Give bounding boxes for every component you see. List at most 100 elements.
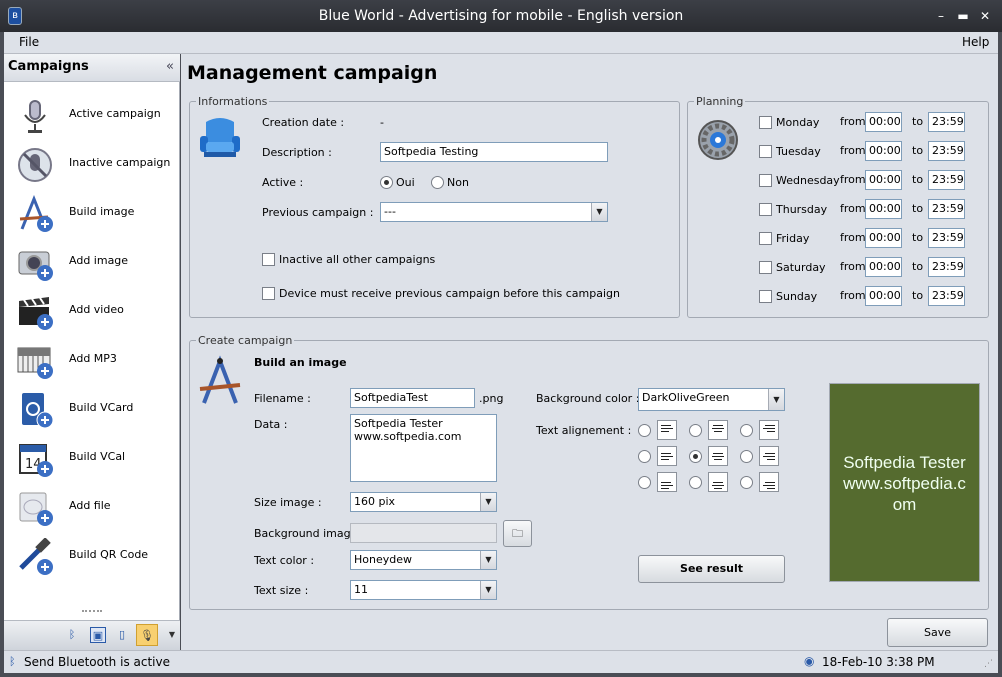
inactive-all-checkbox[interactable] (262, 253, 275, 266)
monday-checkbox[interactable] (759, 116, 772, 129)
thursday-from-input[interactable]: 00:00 (865, 199, 902, 219)
sidebar-item-build-qr-code[interactable]: Build QR Code (4, 531, 180, 580)
active-label: Active : (262, 176, 304, 189)
close-button[interactable]: ✕ (976, 8, 994, 24)
creation-date-label: Creation date : (262, 116, 345, 129)
saturday-checkbox[interactable] (759, 261, 772, 274)
chevron-down-icon[interactable]: ▼ (591, 203, 607, 221)
chevron-down-icon[interactable]: ▼ (768, 389, 784, 410)
active-non-radio[interactable] (431, 176, 444, 189)
align-middle-right-radio[interactable] (740, 450, 753, 463)
device-must-checkbox[interactable] (262, 287, 275, 300)
text-color-select[interactable]: Honeydew ▼ (350, 550, 497, 570)
size-image-select[interactable]: 160 pix ▼ (350, 492, 497, 512)
build-image-heading: Build an image (254, 356, 347, 369)
wednesday-to-input[interactable]: 23:59 (928, 170, 965, 190)
friday-to-input[interactable]: 23:59 (928, 228, 965, 248)
active-oui-radio[interactable] (380, 176, 393, 189)
text-color-label: Text color : (254, 554, 315, 567)
sidebar-item-build-vcal[interactable]: 14 Build VCal (4, 433, 180, 482)
resize-grip-icon[interactable]: ⋰ (984, 659, 993, 669)
saturday-from-input[interactable]: 00:00 (865, 257, 902, 277)
previous-campaign-select[interactable]: --- ▼ (380, 202, 608, 222)
data-textarea[interactable]: Softpedia Tester www.softpedia.com (350, 414, 497, 482)
page-title: Management campaign (187, 62, 438, 84)
thursday-to-input[interactable]: 23:59 (928, 199, 965, 219)
draw-tools-icon (199, 355, 241, 404)
title-bar: Blue World - Advertising for mobile - En… (0, 0, 1002, 32)
align-middle-left-radio[interactable] (638, 450, 651, 463)
tuesday-from-input[interactable]: 00:00 (865, 141, 902, 161)
campaigns-sidebar: Campaigns « Active campaign Inactive cam… (4, 54, 180, 650)
align-top-left-radio[interactable] (638, 424, 651, 437)
browse-folder-button[interactable]: 🗀 (503, 520, 532, 547)
align-bottom-left-radio[interactable] (638, 476, 651, 489)
filename-input[interactable]: SoftpediaTest (350, 388, 475, 408)
active-oui-label: Oui (396, 176, 415, 189)
align-bottom-center-radio[interactable] (689, 476, 702, 489)
sidebar-item-inactive-campaign[interactable]: Inactive campaign (4, 139, 180, 188)
sidebar-item-build-image[interactable]: Build image (4, 188, 180, 237)
chevron-down-icon[interactable]: ▼ (480, 551, 496, 569)
sidebar-item-build-vcard[interactable]: Build VCard (4, 384, 180, 433)
save-button[interactable]: Save (887, 618, 988, 647)
create-campaign-group: Create campaign Build an image Filename … (189, 334, 989, 610)
phone-icon[interactable]: ▯ (114, 627, 130, 643)
tuesday-to-input[interactable]: 23:59 (928, 141, 965, 161)
monday-from-input[interactable]: 00:00 (865, 112, 902, 132)
see-result-button[interactable]: See result (638, 555, 785, 583)
friday-checkbox[interactable] (759, 232, 772, 245)
filename-label: Filename : (254, 392, 311, 405)
sidebar-item-add-video[interactable]: Add video (4, 286, 180, 335)
align-top-right-radio[interactable] (740, 424, 753, 437)
background-color-select[interactable]: DarkOliveGreen ▼ (638, 388, 785, 411)
menu-help[interactable]: Help (962, 35, 989, 49)
sidebar-item-label: Inactive campaign (69, 156, 171, 169)
sunday-checkbox[interactable] (759, 290, 772, 303)
chevron-down-icon[interactable]: ▼ (480, 581, 496, 599)
to-label: to (912, 202, 924, 215)
group-legend: Informations (196, 95, 270, 108)
description-input[interactable]: Softpedia Testing (380, 142, 608, 162)
informations-group: Informations Creation date : - Descripti… (189, 95, 680, 318)
menu-file[interactable]: File (19, 35, 39, 49)
sunday-from-input[interactable]: 00:00 (865, 286, 902, 306)
microphone-muted-icon (18, 148, 52, 182)
text-size-select[interactable]: 11 ▼ (350, 580, 497, 600)
thursday-checkbox[interactable] (759, 203, 772, 216)
align-middle-left-icon (657, 446, 677, 466)
background-image-input[interactable] (350, 523, 497, 543)
background-image-label: Background image : (254, 527, 365, 540)
saturday-to-input[interactable]: 23:59 (928, 257, 965, 277)
tuesday-checkbox[interactable] (759, 145, 772, 158)
sidebar-header: Campaigns « (4, 54, 180, 82)
sunday-to-input[interactable]: 23:59 (928, 286, 965, 306)
align-middle-center-radio[interactable] (689, 450, 702, 463)
collapse-icon[interactable]: « (166, 59, 174, 74)
piano-add-icon (17, 347, 53, 379)
align-top-center-radio[interactable] (689, 424, 702, 437)
sidebar-item-add-mp3[interactable]: Add MP3 (4, 335, 180, 384)
sidebar-item-add-file[interactable]: Add file (4, 482, 180, 531)
wednesday-from-input[interactable]: 00:00 (865, 170, 902, 190)
bluetooth-icon[interactable]: ᛒ (64, 627, 80, 643)
friday-from-input[interactable]: 00:00 (865, 228, 902, 248)
size-image-label: Size image : (254, 496, 322, 509)
image-icon[interactable]: ▣ (90, 627, 106, 643)
minimize-button[interactable]: – (932, 8, 950, 24)
maximize-button[interactable]: ▬ (954, 8, 972, 24)
filename-extension: .png (479, 392, 504, 405)
planning-group: Planning Monday from 00:00 to 23:59 Tues… (687, 95, 989, 318)
wednesday-label: Wednesday (776, 174, 840, 187)
chevron-down-icon[interactable]: ▼ (164, 627, 180, 643)
align-bottom-right-radio[interactable] (740, 476, 753, 489)
splitter-grip[interactable] (82, 610, 102, 614)
microphone-icon[interactable]: 🎙 (136, 624, 158, 646)
wednesday-checkbox[interactable] (759, 174, 772, 187)
chevron-down-icon[interactable]: ▼ (480, 493, 496, 511)
bluetooth-app-icon[interactable]: ʙ (8, 7, 22, 25)
sidebar-item-active-campaign[interactable]: Active campaign (4, 90, 180, 139)
monday-to-input[interactable]: 23:59 (928, 112, 965, 132)
status-bar: ᛒ Send Bluetooth is active ◉ 18-Feb-10 3… (4, 650, 998, 673)
sidebar-item-add-image[interactable]: Add image (4, 237, 180, 286)
